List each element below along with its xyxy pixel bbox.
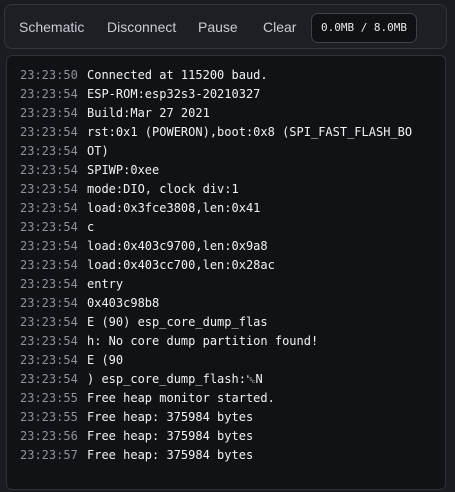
log-message: ESP-ROM:esp32s3-20210327: [87, 87, 261, 101]
log-message: E (90) esp_core_dump_flas: [87, 315, 268, 329]
log-timestamp: 23:23:55: [20, 410, 78, 424]
log-message: Free heap: 375984 bytes: [87, 410, 254, 424]
log-line: 23:23:54 ) esp_core_dump_flash:␛N: [20, 370, 412, 389]
log-message: SPIWP:0xee: [87, 163, 160, 177]
serial-log: 23:23:50 Connected at 115200 baud. 23:23:5…: [20, 66, 412, 465]
log-timestamp: 23:23:54: [20, 353, 78, 367]
log-message: c: [87, 220, 95, 234]
log-timestamp: 23:23:54: [20, 163, 78, 177]
log-message: Free heap: 375984 bytes: [87, 448, 254, 462]
log-line: 23:23:54 h: No core dump partition found!: [20, 332, 412, 351]
log-line: 23:23:54 ESP-ROM:esp32s3-20210327: [20, 85, 412, 104]
log-line: 23:23:55 Free heap: 375984 bytes: [20, 408, 412, 427]
log-message: E (90: [87, 353, 124, 367]
log-line: 23:23:54 entry: [20, 275, 412, 294]
serial-monitor-toolbar: Schematic Disconnect Pause Clear 0.0MB /…: [4, 4, 447, 49]
log-timestamp: 23:23:54: [20, 277, 78, 291]
log-line: 23:23:54 rst:0x1 (POWERON),boot:0x8 (SPI_…: [20, 123, 412, 142]
log-message: rst:0x1 (POWERON),boot:0x8 (SPI_FAST_FLA…: [87, 125, 413, 139]
log-timestamp: 23:23:54: [20, 296, 78, 310]
log-message: Free heap: 375984 bytes: [87, 429, 254, 443]
schematic-button[interactable]: Schematic: [19, 5, 84, 50]
log-timestamp: 23:23:54: [20, 334, 78, 348]
serial-output-panel[interactable]: 23:23:50 Connected at 115200 baud. 23:23:5…: [6, 55, 446, 490]
log-line: 23:23:54 mode:DIO, clock div:1: [20, 180, 412, 199]
log-line: 23:23:55 Free heap monitor started.: [20, 389, 412, 408]
log-timestamp: 23:23:57: [20, 448, 78, 462]
log-timestamp: 23:23:54: [20, 315, 78, 329]
log-message: mode:DIO, clock div:1: [87, 182, 239, 196]
log-line: 23:23:54 OT): [20, 142, 412, 161]
log-timestamp: 23:23:56: [20, 429, 78, 443]
log-timestamp: 23:23:54: [20, 220, 78, 234]
log-message: OT): [87, 144, 109, 158]
log-timestamp: 23:23:54: [20, 258, 78, 272]
log-message: load:0x403c9700,len:0x9a8: [87, 239, 268, 253]
log-timestamp: 23:23:54: [20, 201, 78, 215]
log-timestamp: 23:23:54: [20, 239, 78, 253]
log-message: Build:Mar 27 2021: [87, 106, 210, 120]
log-timestamp: 23:23:54: [20, 125, 78, 139]
log-line: 23:23:54 load:0x403cc700,len:0x28ac: [20, 256, 412, 275]
log-message: Connected at 115200 baud.: [87, 68, 268, 82]
log-timestamp: 23:23:50: [20, 68, 78, 82]
pause-button[interactable]: Pause: [198, 5, 238, 50]
log-timestamp: 23:23:54: [20, 144, 78, 158]
log-message: Free heap monitor started.: [87, 391, 275, 405]
log-timestamp: 23:23:55: [20, 391, 78, 405]
log-line: 23:23:54 E (90: [20, 351, 412, 370]
log-message: ) esp_core_dump_flash:␛N: [87, 372, 263, 386]
log-timestamp: 23:23:54: [20, 87, 78, 101]
log-timestamp: 23:23:54: [20, 182, 78, 196]
log-line: 23:23:56 Free heap: 375984 bytes: [20, 427, 412, 446]
log-line: 23:23:54 SPIWP:0xee: [20, 161, 412, 180]
log-timestamp: 23:23:54: [20, 106, 78, 120]
log-timestamp: 23:23:54: [20, 372, 78, 386]
log-message: h: No core dump partition found!: [87, 334, 319, 348]
log-message: load:0x3fce3808,len:0x41: [87, 201, 261, 215]
log-line: 23:23:50 Connected at 115200 baud.: [20, 66, 412, 85]
log-line: 23:23:57 Free heap: 375984 bytes: [20, 446, 412, 465]
log-message: load:0x403cc700,len:0x28ac: [87, 258, 275, 272]
log-line: 23:23:54 load:0x3fce3808,len:0x41: [20, 199, 412, 218]
log-message: entry: [87, 277, 124, 291]
log-message: 0x403c98b8: [87, 296, 160, 310]
buffer-usage-badge: 0.0MB / 8.0MB: [311, 13, 417, 43]
disconnect-button[interactable]: Disconnect: [107, 5, 176, 50]
clear-button[interactable]: Clear: [263, 5, 296, 50]
log-line: 23:23:54 Build:Mar 27 2021: [20, 104, 412, 123]
log-line: 23:23:54 load:0x403c9700,len:0x9a8: [20, 237, 412, 256]
log-line: 23:23:54 E (90) esp_core_dump_flas: [20, 313, 412, 332]
log-line: 23:23:54 0x403c98b8: [20, 294, 412, 313]
log-line: 23:23:54 c: [20, 218, 412, 237]
